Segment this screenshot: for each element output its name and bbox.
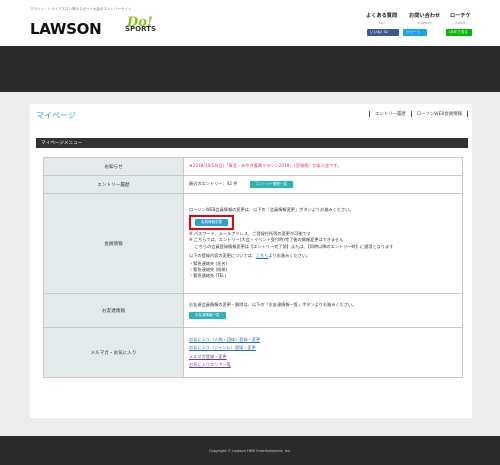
mail-magazine-link[interactable]: メルマガ登録・変更: [189, 354, 227, 359]
line-share-button[interactable]: LINEで送る: [446, 29, 472, 36]
nav-faq-sub: FAQ: [378, 20, 385, 25]
emergency-contact-item: ・緊急連絡先 (TEL): [189, 273, 227, 279]
facebook-like-button[interactable]: いいね! 32: [367, 29, 399, 36]
mail-favorites-label: メルマガ・お気に入り: [43, 327, 184, 378]
page-title: マイページ: [36, 111, 76, 120]
nav-faq[interactable]: よくある質問 FAQ: [366, 12, 397, 25]
table-row: お知らせ ★2018/10/14(日)「東北・みやぎ復興マラソン2018」（宮城…: [43, 157, 463, 176]
notice-cell: ★2018/10/14(日)「東北・みやぎ復興マラソン2018」（宮城県）が本入…: [183, 157, 463, 176]
mypage-menu-bar: マイページメニュー: [36, 138, 468, 148]
friends-info-text: お友達会員情報の変更・解除は、以下の「お友達情報一覧」ボタンよりお進みください。: [189, 301, 357, 307]
divider: [467, 111, 468, 117]
member-change-link[interactable]: こちら: [256, 253, 269, 258]
member-change-line: 以下の登録内容の変更については、こちらよりお進みください。: [189, 253, 457, 259]
header-band: [0, 46, 500, 92]
nav-contact[interactable]: お問い合わせ CONTACT: [409, 12, 440, 25]
nav-faq-label: よくある質問: [366, 13, 398, 19]
nav-lawson-ticket-label: ローチケ: [450, 13, 471, 19]
table-row: エントリー履歴 最近のエントリー：42 件 エントリー履歴一覧: [43, 175, 463, 194]
nav-contact-sub: CONTACT: [417, 20, 432, 25]
page-links: エントリー履歴 ローソンWEB会員情報: [368, 111, 468, 117]
logo-main-text: LAWSON: [30, 20, 102, 38]
friends-info-list-button[interactable]: お友達情報一覧: [189, 311, 226, 320]
entry-history-label: エントリー履歴: [43, 175, 184, 194]
member-change-prefix: 以下の登録内容の変更については、: [189, 252, 256, 258]
friends-info-cell: お友達会員情報の変更・解除は、以下の「お友達情報一覧」ボタンよりお進みください。…: [183, 293, 463, 328]
notice-label: お知らせ: [43, 157, 184, 176]
favorite-person-link[interactable]: お気に入り（人物・団体）登録・変更: [189, 337, 260, 342]
menu-title: マイページメニュー: [41, 141, 83, 146]
mypage-menu-table: お知らせ ★2018/10/14(日)「東北・みやぎ復興マラソン2018」（宮城…: [43, 157, 463, 378]
site-header: マラソン・トライアスロン等のスポーツ大会のエントリーサイト LAWSON Do!…: [0, 0, 500, 46]
table-row: お友達情報 お友達会員情報の変更・解除は、以下の「お友達情報一覧」ボタンよりお進…: [43, 293, 463, 328]
table-row: メルマガ・お気に入り お気に入り（人物・団体）登録・変更 お気に入り（ジャンル）…: [43, 327, 463, 378]
entry-count-text: 最近のエントリー：42 件: [189, 181, 238, 187]
member-info-link[interactable]: ローソンWEB会員情報: [412, 111, 467, 117]
mypage-panel: マイページ エントリー履歴 ローソンWEB会員情報 マイページメニュー お知らせ…: [30, 104, 472, 418]
favorite-genre-link[interactable]: お気に入り（ジャンル）登録・変更: [189, 345, 256, 350]
member-change-highlight: 会員情報変更: [189, 214, 234, 231]
entry-history-list-button[interactable]: エントリー履歴一覧: [249, 180, 294, 189]
entry-history-link[interactable]: エントリー履歴: [370, 111, 411, 117]
member-change-suffix: よりお進みください。: [268, 252, 311, 258]
favorite-area-link[interactable]: お気に入りエリア一覧: [189, 362, 231, 367]
logo-sub-text: SPORTS: [125, 25, 157, 33]
site-tagline: マラソン・トライアスロン等のスポーツ大会のエントリーサイト: [30, 7, 132, 11]
twitter-tweet-button[interactable]: ツイート: [403, 29, 427, 36]
entry-history-cell: 最近のエントリー：42 件 エントリー履歴一覧: [183, 175, 463, 194]
friends-info-label: お友達情報: [43, 293, 184, 328]
member-intro-text: ローソンWEB会員情報の変更は、以下の「会員情報変更」ボタンよりお進みください。: [189, 207, 354, 213]
member-info-label: 会員情報: [43, 193, 184, 294]
friends-button-wrap: お友達情報一覧: [189, 311, 457, 320]
member-info-change-button[interactable]: 会員情報変更: [195, 218, 228, 227]
table-row: 会員情報 ローソンWEB会員情報の変更は、以下の「会員情報変更」ボタンよりお進み…: [43, 193, 463, 294]
member-note: こちらの会員登録情報変更は【エントリー完了前】または、【同時以降のエントリー時】…: [189, 243, 394, 249]
mail-favorites-cell: お気に入り（人物・団体）登録・変更 お気に入り（ジャンル）登録・変更 メルマガ登…: [183, 327, 463, 378]
copyright-text: Copyright © Lawson HMV Entertainment, In…: [208, 448, 292, 453]
notice-text[interactable]: ★2018/10/14(日)「東北・みやぎ復興マラソン2018」（宮城県）が本入…: [189, 163, 341, 168]
nav-lawson-ticket-sub: EVENT: [455, 20, 466, 25]
nav-lawson-ticket[interactable]: ローチケ EVENT: [450, 12, 471, 25]
member-info-cell: ローソンWEB会員情報の変更は、以下の「会員情報変更」ボタンよりお進みください。…: [183, 193, 463, 294]
site-footer: Copyright © Lawson HMV Entertainment, In…: [0, 436, 500, 465]
nav-contact-label: お問い合わせ: [409, 13, 441, 19]
